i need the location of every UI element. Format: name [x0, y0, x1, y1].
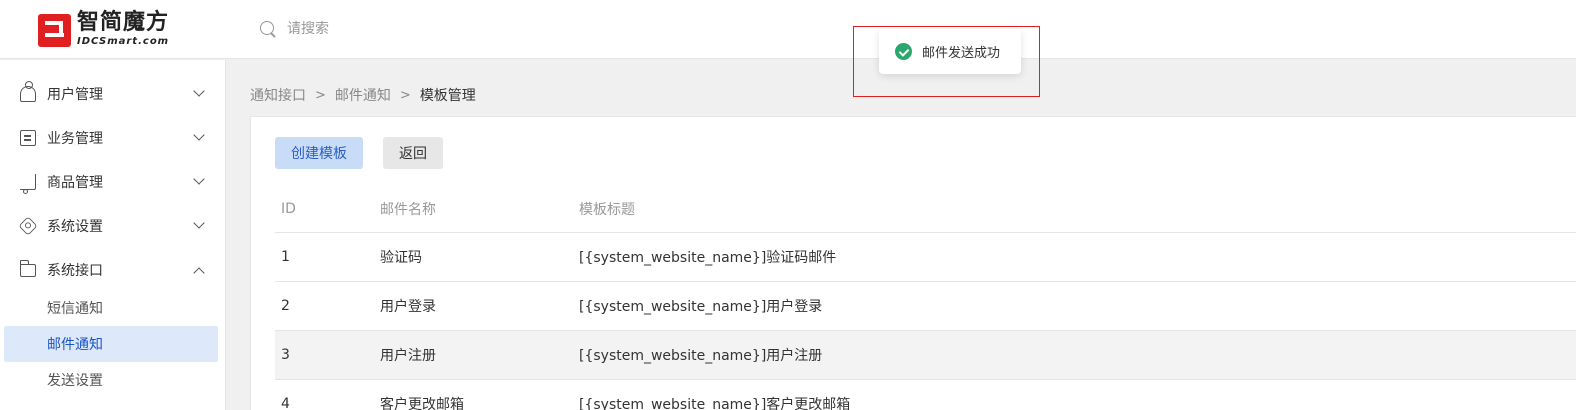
sidebar-item-label: 系统接口 [47, 263, 103, 279]
table-row[interactable]: 1 验证码 [{system_website_name}]验证码邮件 [275, 233, 1576, 282]
column-header-id: ID [281, 201, 296, 217]
logo[interactable]: 智简魔方 IDCSmart.com [38, 12, 169, 48]
chevron-down-icon [193, 85, 205, 97]
sidebar-item-system-interface[interactable]: 系统接口 [0, 248, 226, 292]
template-table: ID 邮件名称 模板标题 1 验证码 [{system_website_name… [275, 185, 1576, 410]
logo-title: 智简魔方 [77, 10, 170, 35]
create-template-button[interactable]: 创建模板 [275, 137, 363, 169]
sidebar-subitem-label: 短信通知 [47, 301, 103, 317]
cart-icon [20, 174, 36, 194]
sidebar-item-label: 用户管理 [47, 87, 103, 103]
cell-name: 验证码 [380, 250, 422, 266]
sidebar: 用户管理 业务管理 商品管理 系统设置 系统接口 短信通知 邮件通知 发送设置 [0, 60, 226, 410]
breadcrumb-separator: > [315, 87, 326, 103]
folder-icon [19, 260, 36, 277]
cell-id: 4 [281, 396, 290, 410]
logo-subtitle: IDCSmart.com [77, 36, 170, 47]
search-input[interactable]: 请搜索 [287, 18, 329, 38]
sidebar-item-label: 业务管理 [47, 131, 103, 147]
sidebar-subitem-send-settings[interactable]: 发送设置 [4, 362, 218, 398]
breadcrumb-link[interactable]: 通知接口 [250, 85, 306, 105]
settings-icon [18, 216, 38, 236]
cell-name: 用户注册 [380, 348, 436, 364]
sidebar-item-system-settings[interactable]: 系统设置 [0, 204, 226, 248]
sidebar-item-label: 商品管理 [47, 175, 103, 191]
cell-title: [{system_website_name}]用户注册 [579, 348, 823, 364]
chevron-down-icon [193, 129, 205, 141]
cell-title: [{system_website_name}]客户更改邮箱 [579, 397, 851, 410]
sidebar-item-label: 系统设置 [47, 219, 103, 235]
top-header: 智简魔方 IDCSmart.com 请搜索 [0, 0, 1576, 59]
breadcrumb-link[interactable]: 邮件通知 [335, 85, 391, 105]
breadcrumb: 通知接口 > 邮件通知 > 模板管理 [250, 85, 476, 105]
table-row[interactable]: 4 客户更改邮箱 [{system_website_name}]客户更改邮箱 [275, 380, 1576, 410]
sidebar-item-business-management[interactable]: 业务管理 [0, 116, 226, 160]
document-icon [20, 130, 36, 146]
cell-id: 2 [281, 298, 290, 314]
table-header-row: ID 邮件名称 模板标题 [275, 185, 1576, 233]
cell-id: 1 [281, 249, 290, 265]
chevron-down-icon [193, 217, 205, 229]
cell-title: [{system_website_name}]用户登录 [579, 299, 823, 315]
sidebar-subitem-email-notification[interactable]: 邮件通知 [4, 326, 218, 362]
content-panel: 创建模板 返回 ID 邮件名称 模板标题 1 验证码 [{system_webs… [250, 116, 1576, 410]
cell-name: 客户更改邮箱 [380, 397, 464, 410]
cell-id: 3 [281, 347, 290, 363]
column-header-template-title: 模板标题 [579, 202, 635, 218]
back-button[interactable]: 返回 [383, 137, 443, 169]
chevron-down-icon [193, 173, 205, 185]
check-circle-icon [895, 43, 912, 60]
cell-title: [{system_website_name}]验证码邮件 [579, 250, 837, 266]
sidebar-subitem-sms-notification[interactable]: 短信通知 [4, 290, 218, 326]
search-bar[interactable]: 请搜索 [260, 18, 329, 38]
sidebar-subitem-label: 发送设置 [47, 373, 103, 389]
sidebar-subitem-label: 邮件通知 [47, 337, 103, 353]
search-icon [260, 21, 274, 35]
toast-message: 邮件发送成功 [922, 46, 1001, 61]
chevron-up-icon [193, 267, 205, 279]
logo-mark-icon [38, 13, 71, 47]
sidebar-item-product-management[interactable]: 商品管理 [0, 160, 226, 204]
user-icon [20, 81, 36, 102]
breadcrumb-current: 模板管理 [419, 88, 476, 104]
breadcrumb-separator: > [399, 87, 411, 103]
sidebar-item-user-management[interactable]: 用户管理 [0, 72, 226, 116]
cell-name: 用户登录 [380, 299, 436, 315]
table-row[interactable]: 3 用户注册 [{system_website_name}]用户注册 [275, 331, 1576, 380]
success-toast: 邮件发送成功 [879, 29, 1021, 74]
column-header-email-name: 邮件名称 [380, 202, 436, 218]
table-row[interactable]: 2 用户登录 [{system_website_name}]用户登录 [275, 282, 1576, 331]
